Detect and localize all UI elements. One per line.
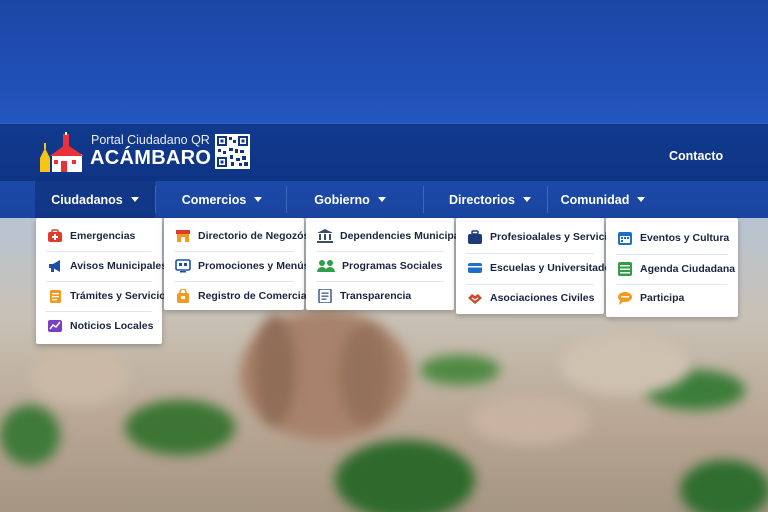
menu-item-label: Trámites y Servicios — [70, 290, 172, 302]
menu-item-agenda[interactable]: Agenda Ciudadana — [606, 259, 735, 279]
nav-comunidad-label: Comunidad — [560, 192, 630, 207]
chevron-down-icon — [130, 197, 139, 202]
menu-item-label: Directorio de Negozós — [198, 230, 310, 242]
menu-item-label: Eventos y Cultura — [640, 232, 730, 244]
menu-item-asociaciones[interactable]: Asociaciones Civiles — [456, 288, 594, 308]
government-building-icon — [317, 229, 333, 243]
menu-item-directorio-negocios[interactable]: Directorio de Negozós — [164, 226, 309, 246]
nav-directorios-label: Directorios — [449, 192, 515, 207]
monitor-qr-icon — [175, 259, 191, 273]
menu-divider — [46, 251, 152, 252]
megaphone-icon — [47, 259, 63, 273]
chat-bubble-icon — [617, 291, 633, 305]
menu-divider — [316, 251, 444, 252]
menu-divider — [466, 284, 594, 285]
menu-item-promociones[interactable]: Promociones y Menús QR — [164, 256, 328, 276]
menu-item-participa[interactable]: Participa — [606, 288, 684, 308]
menu-item-label: Agenda Ciudadana — [640, 263, 736, 275]
nav-ciudadanos[interactable]: Ciudadanos — [35, 181, 155, 218]
menu-item-avisos[interactable]: Avisos Municipales — [36, 256, 167, 276]
nav-comunidad[interactable]: Comunidad — [551, 181, 655, 218]
menu-item-label: Programas Sociales — [342, 260, 443, 272]
menu-item-escuelas[interactable]: Escuelas y Universitados — [456, 258, 617, 278]
menu-item-label: Avisos Municipales — [70, 260, 168, 272]
chevron-down-icon — [254, 197, 263, 202]
news-icon — [47, 319, 63, 333]
menu-item-programas-sociales[interactable]: Programas Sociales — [306, 256, 442, 276]
church-logo-icon — [40, 132, 84, 172]
nav-divider — [155, 186, 156, 213]
menu-item-label: Dependencies Municipales — [340, 230, 475, 242]
qr-code-icon — [215, 134, 250, 169]
menu-item-eventos[interactable]: Eventos y Cultura — [606, 228, 729, 248]
menu-item-label: Escuelas y Universitados — [490, 262, 617, 274]
menu-item-noticias[interactable]: Noticios Locales — [36, 316, 153, 336]
nav-divider — [286, 186, 287, 213]
sky-background — [0, 0, 768, 125]
menu-item-label: Profesioalales y Servicios — [490, 231, 620, 243]
calendar-icon — [617, 231, 633, 245]
dropdown-gobierno: Dependencies Municipales Programas Socia… — [306, 218, 474, 310]
menu-item-transparencia[interactable]: Transparencia — [306, 286, 411, 306]
agenda-grid-icon — [617, 262, 633, 276]
menu-item-emergencias[interactable]: Emergencias — [36, 226, 135, 246]
dropdown-ciudadanos: Emergencias Avisos Municipales Trámites … — [36, 218, 172, 344]
menu-divider — [46, 281, 152, 282]
portal-subtitle: Portal Ciudadano QR — [91, 133, 210, 147]
nav-comercios[interactable]: Comercios — [162, 181, 282, 218]
nav-gobierno-label: Gobierno — [314, 192, 370, 207]
store-icon — [175, 229, 191, 243]
menu-divider — [174, 281, 294, 282]
menu-divider — [616, 254, 728, 255]
people-icon — [317, 259, 335, 273]
menu-divider — [616, 284, 728, 285]
menu-item-label: Participa — [640, 292, 685, 304]
nav-divider — [423, 186, 424, 213]
clipboard-icon — [47, 289, 63, 303]
chevron-down-icon — [377, 197, 386, 202]
menu-item-label: Emergencias — [70, 230, 136, 242]
menu-item-tramites[interactable]: Trámites y Servicios — [36, 286, 172, 306]
menu-item-label: Transparencia — [340, 290, 412, 302]
nav-divider — [547, 186, 548, 213]
menu-item-label: Asociaciones Civiles — [490, 292, 595, 304]
document-icon — [317, 289, 333, 303]
menu-item-label: Noticios Locales — [70, 320, 154, 332]
chevron-down-icon — [637, 197, 646, 202]
nav-ciudadanos-label: Ciudadanos — [51, 192, 123, 207]
first-aid-kit-icon — [47, 229, 63, 243]
chevron-down-icon — [523, 197, 531, 202]
menu-divider — [466, 253, 594, 254]
menu-item-dependencias[interactable]: Dependencies Municipales — [306, 226, 474, 246]
dropdown-comunidad: Eventos y Cultura Agenda Ciudadana Parti… — [606, 218, 738, 317]
school-icon — [467, 261, 483, 275]
contact-link[interactable]: Contacto — [669, 149, 723, 163]
handshake-icon — [467, 291, 483, 305]
briefcase-icon — [467, 230, 483, 244]
menu-divider — [46, 311, 152, 312]
portal-title: ACÁMBARO — [90, 147, 212, 169]
menu-divider — [174, 251, 294, 252]
menu-item-registro-comercio[interactable]: Registro de Comercia — [164, 286, 307, 306]
menu-divider — [316, 281, 444, 282]
dropdown-directorios: Profesioalales y Servicios Escuelas y Un… — [456, 218, 620, 314]
nav-directorios[interactable]: Directorios — [436, 181, 544, 218]
nav-gobierno[interactable]: Gobierno — [300, 181, 400, 218]
shopping-bag-icon — [175, 289, 191, 303]
menu-item-profesionales[interactable]: Profesioalales y Servicios — [456, 227, 620, 247]
dropdown-comercios: Directorio de Negozós Promociones y Menú… — [164, 218, 328, 310]
menu-item-label: Registro de Comercia — [198, 290, 307, 302]
nav-comercios-label: Comercios — [181, 192, 247, 207]
